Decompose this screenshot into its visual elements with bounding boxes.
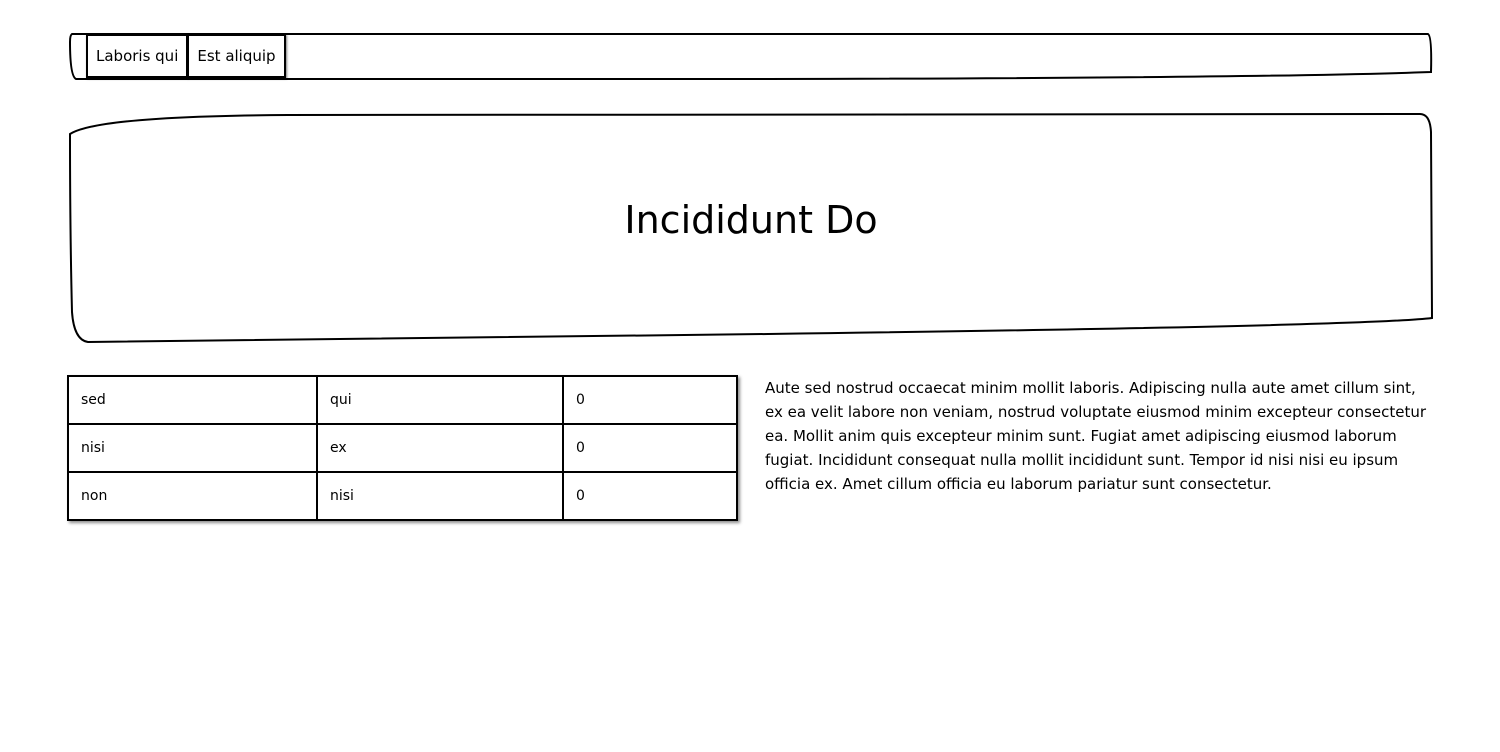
page: Laboris qui Est aliquip Incididunt Do se… <box>0 0 1500 752</box>
table-cell: 0 <box>562 375 738 425</box>
nav-tabs: Laboris qui Est aliquip <box>86 34 286 78</box>
body-paragraph: Aute sed nostrud occaecat minim mollit l… <box>765 379 1427 493</box>
table-cell: sed <box>67 375 318 425</box>
table-cell: ex <box>316 423 564 473</box>
nav-tab-laboris-qui[interactable]: Laboris qui <box>86 34 189 78</box>
table-cell: 0 <box>562 423 738 473</box>
table-cell: non <box>67 471 318 521</box>
table-row: non nisi 0 <box>67 471 738 521</box>
table-row: sed qui 0 <box>67 375 738 425</box>
nav-tab-est-aliquip[interactable]: Est aliquip <box>187 34 286 78</box>
hero-title: Incididunt Do <box>624 198 878 242</box>
table-row: nisi ex 0 <box>67 423 738 473</box>
table-cell: nisi <box>316 471 564 521</box>
hero-banner: Incididunt Do <box>68 112 1434 344</box>
table-cell: 0 <box>562 471 738 521</box>
table-cell: nisi <box>67 423 318 473</box>
data-table: sed qui 0 nisi ex 0 non nisi 0 <box>67 375 738 521</box>
navbar: Laboris qui Est aliquip <box>68 32 1433 81</box>
table-cell: qui <box>316 375 564 425</box>
